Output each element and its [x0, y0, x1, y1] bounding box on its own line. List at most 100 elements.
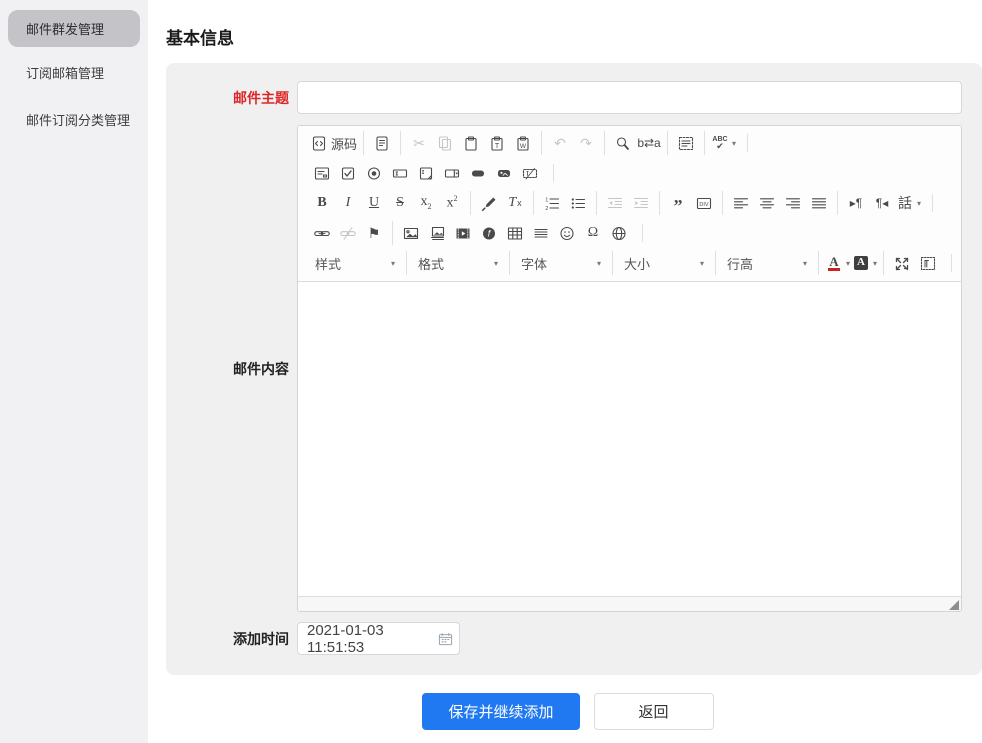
- paste-button[interactable]: [459, 131, 483, 155]
- remove-format-button[interactable]: Tx: [503, 191, 527, 215]
- calendar-icon[interactable]: [438, 632, 453, 646]
- anchor-button[interactable]: ⚑: [362, 221, 386, 245]
- underline-button[interactable]: U: [362, 191, 386, 215]
- sidebar-item-subscribe-category[interactable]: 邮件订阅分类管理: [0, 96, 148, 143]
- size-select-label: 大小: [624, 254, 650, 273]
- resize-grip-icon[interactable]: [949, 600, 959, 610]
- select-field-button[interactable]: [440, 161, 464, 185]
- bidi-rtl-button[interactable]: ¶◂: [870, 191, 894, 215]
- image-button-field-button[interactable]: [492, 161, 516, 185]
- templates-button[interactable]: [370, 131, 394, 155]
- bg-color-button[interactable]: A▾: [852, 251, 877, 275]
- align-center-button[interactable]: [755, 191, 779, 215]
- image-gallery-button[interactable]: [425, 221, 449, 245]
- checkbox-button[interactable]: [336, 161, 360, 185]
- source-icon: [310, 135, 328, 151]
- video-button[interactable]: [451, 221, 475, 245]
- bidi-ltr-button[interactable]: ▸¶: [844, 191, 868, 215]
- hidden-field-button[interactable]: [518, 161, 542, 185]
- checkbox-icon: [339, 165, 357, 181]
- svg-text:W: W: [520, 143, 527, 150]
- select-all-button[interactable]: [674, 131, 698, 155]
- image-button[interactable]: [399, 221, 423, 245]
- copy-icon: [436, 135, 454, 151]
- align-right-button[interactable]: [781, 191, 805, 215]
- toolbar-group: fΩ: [392, 221, 637, 245]
- toolbar-group: ▸¶¶◂話▾: [837, 191, 927, 215]
- subscript-button[interactable]: x2: [414, 191, 438, 215]
- editor-toolbar: 源码✂TW↶↷b⇄aABC✔▾BIUSx2x2Tx12”DIV▸¶¶◂話▾⚑fΩ…: [298, 126, 961, 282]
- smiley-button[interactable]: [555, 221, 579, 245]
- iframe-button[interactable]: [607, 221, 631, 245]
- align-justify-icon: [810, 195, 828, 211]
- bulleted-list-button[interactable]: [566, 191, 590, 215]
- underline-icon: U: [365, 195, 383, 211]
- back-button[interactable]: 返回: [594, 693, 714, 730]
- chevron-down-icon: ▾: [597, 259, 601, 268]
- text-color-icon: A: [825, 255, 843, 271]
- chevron-down-icon: ▾: [732, 139, 736, 148]
- styles-select[interactable]: 样式▾: [309, 251, 401, 275]
- spellcheck-button[interactable]: ABC✔▾: [711, 131, 736, 155]
- styles-select-label: 样式: [315, 254, 341, 273]
- svg-text:DIV: DIV: [699, 201, 709, 207]
- div-container-button[interactable]: DIV: [692, 191, 716, 215]
- blockquote-icon: ”: [669, 195, 687, 211]
- flash-button[interactable]: f: [477, 221, 501, 245]
- text-field-button[interactable]: [388, 161, 412, 185]
- toolbar-row: 源码✂TW↶↷b⇄aABC✔▾: [300, 128, 959, 158]
- editor-content[interactable]: [298, 282, 961, 596]
- find-button[interactable]: [611, 131, 635, 155]
- hidden-field-icon: [521, 165, 539, 181]
- horizontal-rule-button[interactable]: [529, 221, 553, 245]
- align-left-button[interactable]: [729, 191, 753, 215]
- italic-button[interactable]: I: [336, 191, 360, 215]
- format-select[interactable]: 格式▾: [412, 251, 504, 275]
- button-field-icon: [469, 165, 487, 181]
- align-right-icon: [784, 195, 802, 211]
- select-all-icon: [677, 135, 695, 151]
- paste-text-button[interactable]: T: [485, 131, 509, 155]
- align-justify-button[interactable]: [807, 191, 831, 215]
- chevron-down-icon: ▾: [917, 199, 921, 208]
- table-button[interactable]: [503, 221, 527, 245]
- toolbar-group: 12: [533, 191, 596, 215]
- search-icon: [614, 135, 632, 151]
- font-select[interactable]: 字体▾: [515, 251, 607, 275]
- sidebar-item-subscribe-mailbox[interactable]: 订阅邮箱管理: [0, 49, 148, 96]
- form-button[interactable]: [310, 161, 334, 185]
- add-time-value: 2021-01-03 11:51:53: [307, 622, 438, 656]
- source-button[interactable]: 源码: [310, 131, 357, 155]
- paste-word-button[interactable]: W: [511, 131, 535, 155]
- textarea-button[interactable]: [414, 161, 438, 185]
- maximize-button[interactable]: [890, 251, 914, 275]
- toolbar-group: [722, 191, 837, 215]
- special-char-button[interactable]: Ω: [581, 221, 605, 245]
- line-height-select[interactable]: 行高▾: [721, 251, 813, 275]
- size-select[interactable]: 大小 ▾: [618, 251, 710, 275]
- main-content: 基本信息 邮件主题 邮件内容 源码✂TW↶↷b⇄aABC✔▾BIUSx2x2Tx…: [148, 0, 982, 743]
- sidebar-item-mail-bulk[interactable]: 邮件群发管理: [8, 10, 140, 47]
- show-blocks-button[interactable]: [916, 251, 940, 275]
- show-blocks-icon: [919, 255, 937, 271]
- subject-input[interactable]: [297, 81, 962, 114]
- subject-label: 邮件主题: [166, 88, 297, 108]
- toolbar-group: ” DIV: [659, 191, 722, 215]
- text-color-button[interactable]: A▾: [825, 251, 850, 275]
- bold-button[interactable]: B: [310, 191, 334, 215]
- save-and-continue-button[interactable]: 保存并继续添加: [422, 693, 579, 730]
- copy-formatting-button[interactable]: [477, 191, 501, 215]
- radio-button[interactable]: [362, 161, 386, 185]
- replace-icon: b⇄a: [640, 135, 658, 151]
- blockquote-button[interactable]: ”: [666, 191, 690, 215]
- language-button[interactable]: 話▾: [896, 191, 921, 215]
- button-field-button[interactable]: [466, 161, 490, 185]
- chevron-down-icon: ▾: [700, 259, 704, 268]
- link-button[interactable]: [310, 221, 334, 245]
- svg-text:1: 1: [545, 197, 548, 203]
- superscript-button[interactable]: x2: [440, 191, 464, 215]
- add-time-input[interactable]: 2021-01-03 11:51:53: [297, 622, 460, 655]
- numbered-list-button[interactable]: 12: [540, 191, 564, 215]
- strikethrough-button[interactable]: S: [388, 191, 412, 215]
- replace-button[interactable]: b⇄a: [637, 131, 661, 155]
